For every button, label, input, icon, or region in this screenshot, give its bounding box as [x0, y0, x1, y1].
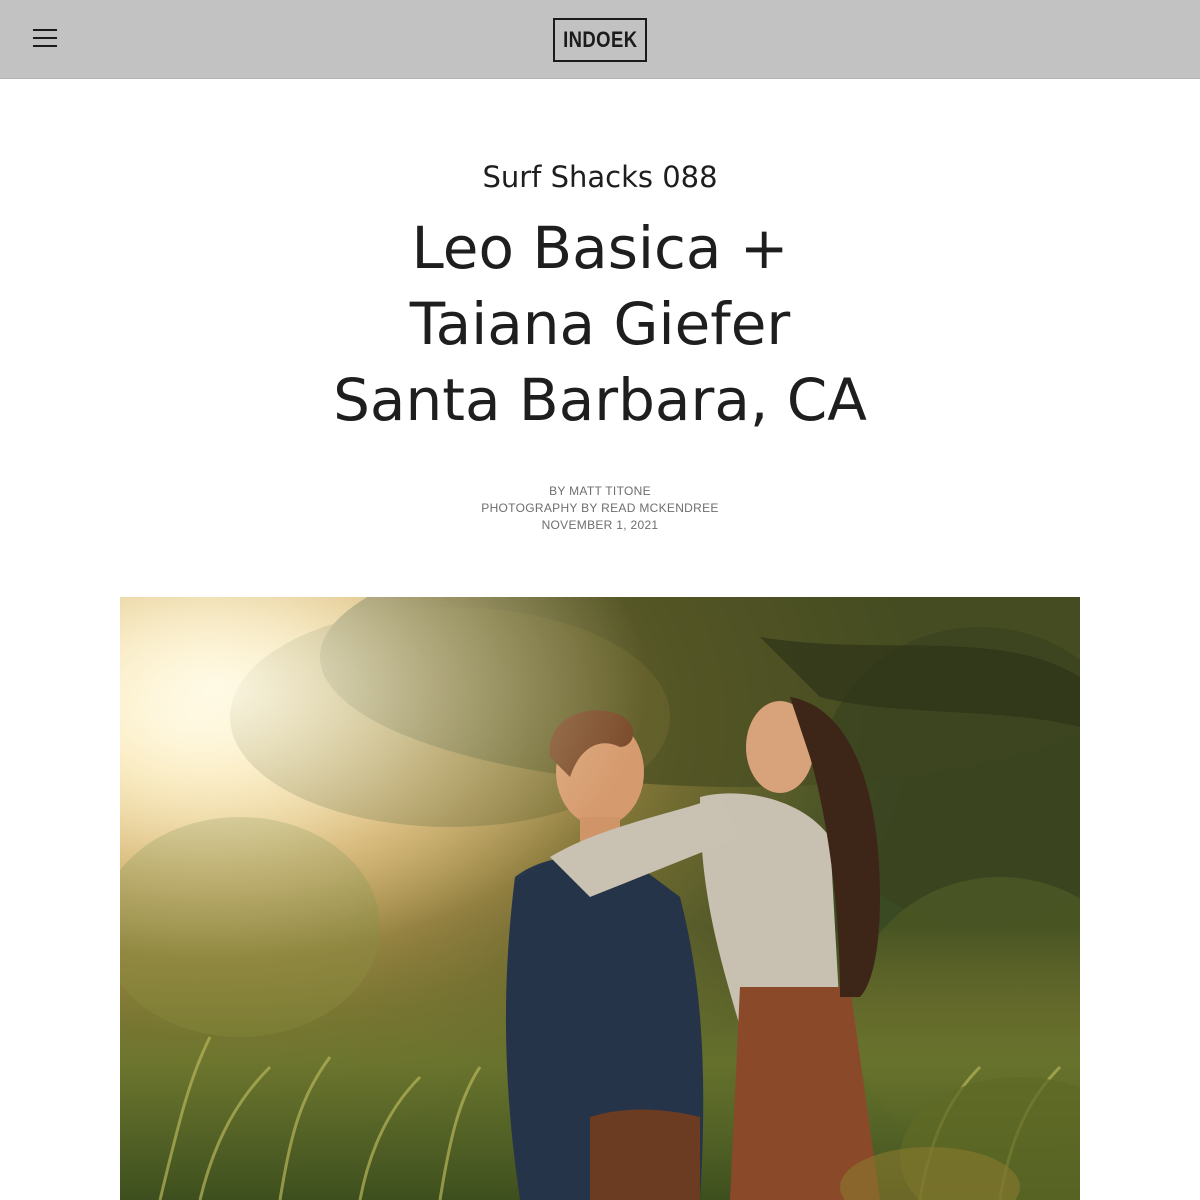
article-title-line: Taiana Giefer: [409, 290, 791, 358]
menu-bar: [33, 29, 57, 32]
author-credit: BY MATT TITONE: [549, 484, 651, 498]
hero-image: [120, 597, 1080, 1200]
site-header: INDOEK: [0, 0, 1200, 79]
logo-text: INDOEK: [562, 27, 638, 52]
article-title-line: Leo Basica +: [411, 214, 789, 282]
photography-credit: PHOTOGRAPHY BY READ MCKENDREE: [481, 501, 719, 515]
menu-bar: [33, 45, 57, 48]
article-title-line: Santa Barbara, CA: [333, 366, 867, 434]
article-title: Leo Basica + Taiana Giefer Santa Barbara…: [0, 210, 1200, 438]
hero-photo-illustration: [120, 597, 1080, 1200]
publish-date: NOVEMBER 1, 2021: [541, 518, 659, 532]
menu-bar: [33, 37, 57, 40]
article-series: Surf Shacks 088: [482, 160, 718, 194]
hamburger-menu-icon[interactable]: [30, 24, 60, 54]
article-byline: BY MATT TITONE PHOTOGRAPHY BY READ MCKEN…: [0, 483, 1200, 534]
site-logo[interactable]: INDOEK: [553, 18, 647, 62]
